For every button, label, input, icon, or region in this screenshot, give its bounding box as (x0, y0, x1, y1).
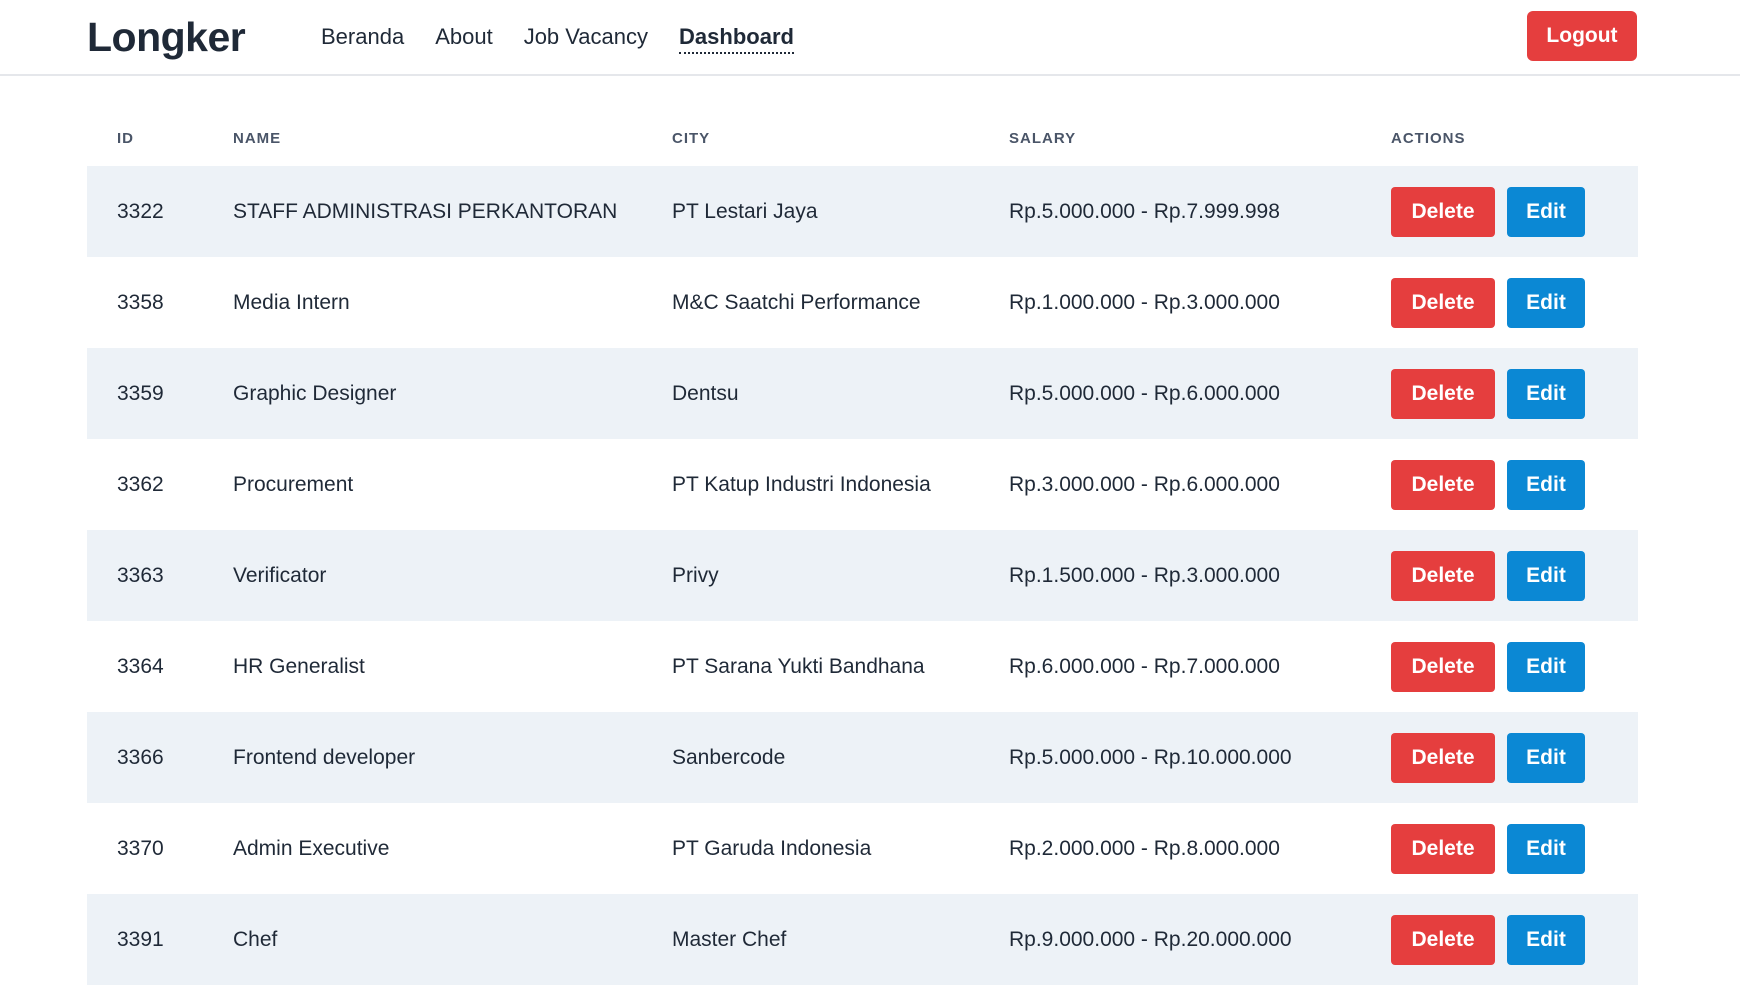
cell-id: 3370 (117, 836, 164, 860)
cell-actions: Delete Edit (1361, 439, 1638, 530)
table-row: 3362 Procurement PT Katup Industri Indones… (87, 439, 1638, 530)
edit-button[interactable]: Edit (1507, 459, 1585, 510)
cell-actions: Delete Edit (1361, 348, 1638, 439)
nav-link-about[interactable]: About (435, 24, 493, 54)
cell-actions: Delete Edit (1361, 894, 1638, 985)
table-row: 3364 HR Generalist PT Sarana Yukti Bandhan… (87, 621, 1638, 712)
table-row: 3370 Admin Executive PT Garuda Indonesia Rp… (87, 803, 1638, 894)
cell-city: PT Lestari Jaya (672, 199, 818, 223)
cell-salary: Rp.2.000.000 - Rp.8.000.000 (1009, 836, 1280, 860)
delete-button[interactable]: Delete (1391, 186, 1495, 237)
cell-city: Master Chef (672, 927, 787, 951)
header-city: CITY (672, 129, 711, 147)
table-row: 3366 Frontend developer Sanbercode Rp.5.000… (87, 712, 1638, 803)
delete-button[interactable]: Delete (1391, 368, 1495, 419)
logout-button[interactable]: Logout (1527, 11, 1637, 61)
edit-button[interactable]: Edit (1507, 368, 1585, 419)
cell-name: Media Intern (233, 290, 350, 314)
cell-actions: Delete Edit (1361, 621, 1638, 712)
cell-id: 3363 (117, 563, 164, 587)
table-row: 3322 STAFF ADMINISTRASI PERKANTORAN PT Les… (87, 166, 1638, 257)
cell-city: PT Katup Industri Indonesia (672, 472, 931, 496)
nav-link-beranda[interactable]: Beranda (321, 24, 404, 54)
edit-button[interactable]: Edit (1507, 641, 1585, 692)
cell-name: Chef (233, 927, 278, 951)
delete-button[interactable]: Delete (1391, 550, 1495, 601)
brand-logo[interactable]: Longker (87, 14, 246, 61)
edit-button[interactable]: Edit (1507, 732, 1585, 783)
cell-city: M&C Saatchi Performance (672, 290, 921, 314)
header-actions: ACTIONS (1391, 129, 1466, 147)
cell-salary: Rp.1.500.000 - Rp.3.000.000 (1009, 563, 1280, 587)
delete-button[interactable]: Delete (1391, 914, 1495, 965)
cell-actions: Delete Edit (1361, 257, 1638, 348)
cell-name: Admin Executive (233, 836, 390, 860)
nav-link-dashboard[interactable]: Dashboard (679, 24, 794, 54)
delete-button[interactable]: Delete (1391, 732, 1495, 783)
cell-salary: Rp.6.000.000 - Rp.7.000.000 (1009, 654, 1280, 678)
cell-city: Dentsu (672, 381, 739, 405)
cell-salary: Rp.1.000.000 - Rp.3.000.000 (1009, 290, 1280, 314)
cell-salary: Rp.9.000.000 - Rp.20.000.000 (1009, 927, 1292, 951)
cell-salary: Rp.3.000.000 - Rp.6.000.000 (1009, 472, 1280, 496)
edit-button[interactable]: Edit (1507, 186, 1585, 237)
edit-button[interactable]: Edit (1507, 277, 1585, 328)
cell-id: 3366 (117, 745, 164, 769)
cell-city: Privy (672, 563, 719, 587)
cell-id: 3364 (117, 654, 164, 678)
cell-id: 3358 (117, 290, 164, 314)
cell-id: 3322 (117, 199, 164, 223)
cell-salary: Rp.5.000.000 - Rp.7.999.998 (1009, 199, 1280, 223)
delete-button[interactable]: Delete (1391, 641, 1495, 692)
cell-actions: Delete Edit (1361, 530, 1638, 621)
cell-city: Sanbercode (672, 745, 786, 769)
edit-button[interactable]: Edit (1507, 914, 1585, 965)
header-name: NAME (233, 129, 282, 147)
table-header: ID NAME CITY SALARY ACTIONS (87, 110, 1638, 166)
cell-name: HR Generalist (233, 654, 365, 678)
edit-button[interactable]: Edit (1507, 550, 1585, 601)
cell-id: 3362 (117, 472, 164, 496)
cell-id: 3359 (117, 381, 164, 405)
table-row: 3391 Chef Master Chef Rp.9.000.000 - Rp.20.… (87, 894, 1638, 985)
table-row: 3358 Media Intern M&C Saatchi Performance R… (87, 257, 1638, 348)
header-id: ID (117, 129, 134, 147)
edit-button[interactable]: Edit (1507, 823, 1585, 874)
table-row: 3359 Graphic Designer Dentsu Rp.5.000.000 -… (87, 348, 1638, 439)
delete-button[interactable]: Delete (1391, 823, 1495, 874)
cell-name: Verificator (233, 563, 327, 587)
table-body: 3322 STAFF ADMINISTRASI PERKANTORAN PT Les… (87, 166, 1638, 985)
header-salary: SALARY (1009, 129, 1077, 147)
cell-name: Procurement (233, 472, 354, 496)
cell-actions: Delete Edit (1361, 803, 1638, 894)
cell-actions: Delete Edit (1361, 166, 1638, 257)
job-table: ID NAME CITY SALARY ACTIONS 3322 STAFF AD… (87, 110, 1638, 985)
delete-button[interactable]: Delete (1391, 459, 1495, 510)
cell-city: PT Garuda Indonesia (672, 836, 872, 860)
nav-links: Beranda About Job Vacancy Dashboard (321, 24, 794, 54)
cell-name: Frontend developer (233, 745, 416, 769)
cell-city: PT Sarana Yukti Bandhana (672, 654, 925, 678)
navbar: Longker Beranda About Job Vacancy Dashbo… (0, 0, 1740, 76)
delete-button[interactable]: Delete (1391, 277, 1495, 328)
cell-id: 3391 (117, 927, 164, 951)
cell-salary: Rp.5.000.000 - Rp.10.000.000 (1009, 745, 1292, 769)
cell-name: STAFF ADMINISTRASI PERKANTORAN (233, 199, 618, 223)
nav-link-job-vacancy[interactable]: Job Vacancy (524, 24, 648, 54)
cell-actions: Delete Edit (1361, 712, 1638, 803)
job-table-container: ID NAME CITY SALARY ACTIONS 3322 STAFF AD… (87, 110, 1638, 985)
cell-name: Graphic Designer (233, 381, 397, 405)
table-row: 3363 Verificator Privy Rp.1.500.000 - Rp.3.… (87, 530, 1638, 621)
cell-salary: Rp.5.000.000 - Rp.6.000.000 (1009, 381, 1280, 405)
